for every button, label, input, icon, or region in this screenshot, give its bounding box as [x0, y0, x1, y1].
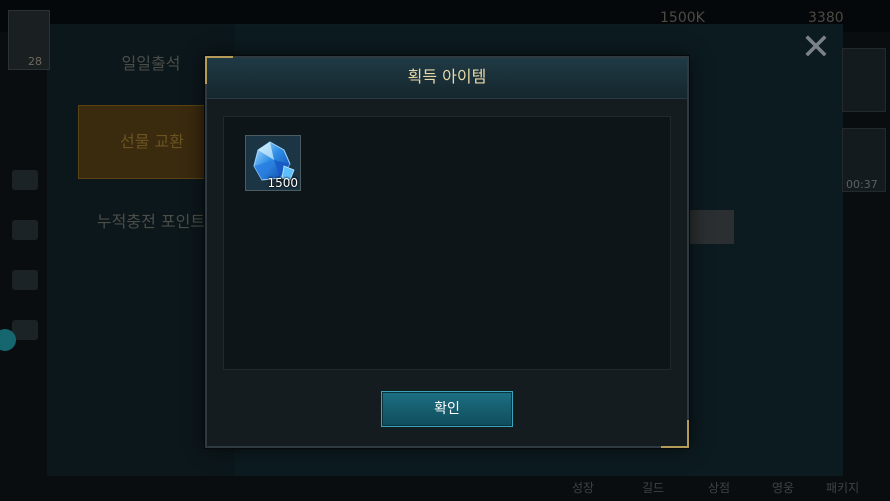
friends-icon[interactable] [12, 270, 38, 290]
currency-gold: 1500K [660, 10, 705, 26]
avatar-level: 28 [28, 55, 42, 68]
bottom-nav-item[interactable]: 성장 [572, 479, 594, 496]
background-input[interactable] [684, 210, 734, 244]
event-timer: 00:37 [846, 178, 878, 191]
notification-badge-icon[interactable] [0, 329, 16, 351]
item-acquired-dialog: 획득 아이템 1500 확인 [205, 56, 689, 448]
item-slot[interactable]: 1500 [245, 135, 301, 191]
corner-ornament [661, 420, 689, 448]
item-list: 1500 [223, 116, 671, 370]
chat-icon[interactable] [12, 170, 38, 190]
item-quantity: 1500 [267, 176, 298, 190]
menu-item-gift-exchange[interactable]: 선물 교환 [78, 105, 226, 179]
mail-icon[interactable] [12, 220, 38, 240]
menu-item-cumulative-points[interactable]: 누적충전 포인트 [78, 186, 224, 258]
bottom-nav-item[interactable]: 패키지 [826, 479, 859, 496]
settings-icon[interactable] [12, 320, 38, 340]
currency-gem: 3380 [808, 10, 844, 26]
menu-item-daily-attendance[interactable]: 일일출석 [78, 28, 224, 100]
dialog-title: 획득 아이템 [407, 67, 487, 86]
dialog-header: 획득 아이템 [207, 58, 687, 99]
bottom-nav-item[interactable]: 영웅 [772, 479, 794, 496]
confirm-button[interactable]: 확인 [381, 391, 513, 427]
bottom-nav: 성장 길드 상점 영웅 패키지 [560, 477, 890, 501]
left-icon-bar [0, 100, 44, 340]
right-event-card[interactable] [842, 48, 886, 112]
bottom-nav-item[interactable]: 길드 [642, 479, 664, 496]
bottom-nav-item[interactable]: 상점 [708, 479, 730, 496]
close-button[interactable]: ✕ [798, 30, 834, 66]
